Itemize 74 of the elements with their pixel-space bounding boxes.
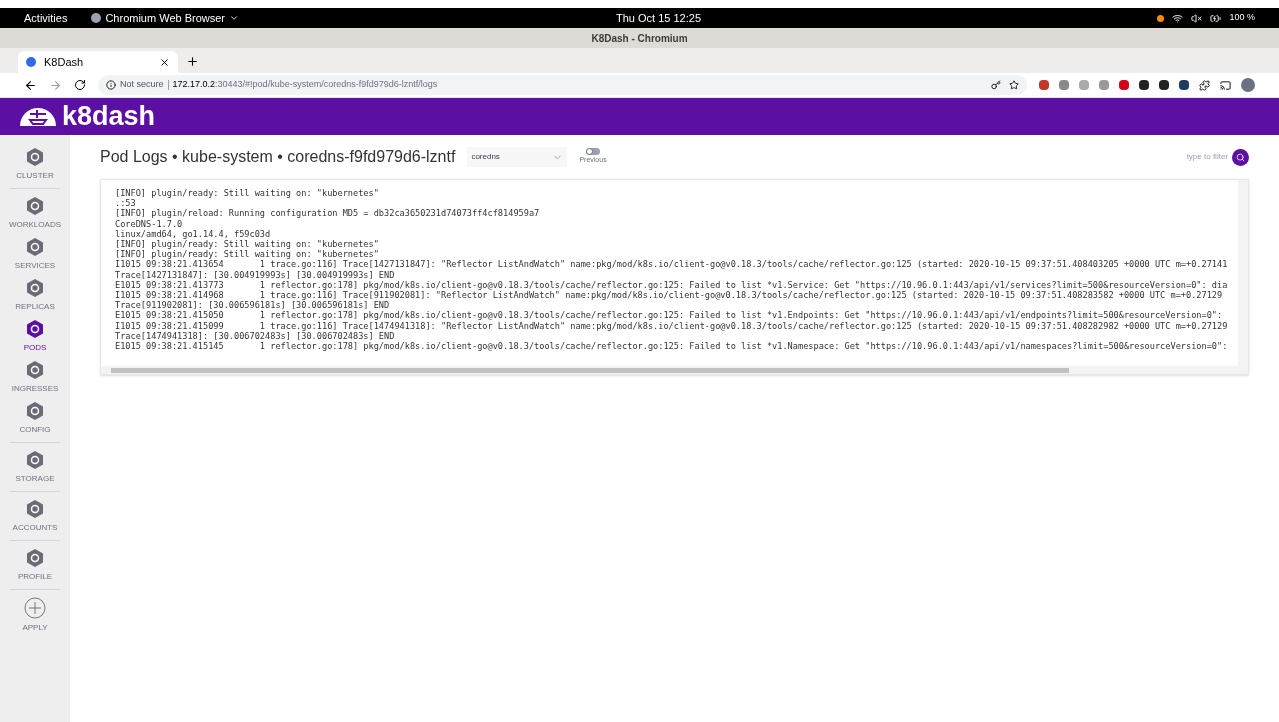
- sidebar-item[interactable]: INGRESSES: [11, 360, 59, 401]
- log-line: I1015 09:38:21.415099 1 trace.go:116] Trace[1474941318]: "Reflector ListAndWatch" name:pkg/mod/k8s.io/client-go@v0.18.3/tools/cache/reflector.go:125 (started: 2020-10-15 09:37:51.408282982 +0000 UTC m=+0.27129: [115, 320, 1228, 331]
- log-line: [INFO] plugin/ready: Still waiting on: "kubernetes": [115, 188, 379, 199]
- security-label: Not secure: [120, 78, 164, 92]
- hexagon-icon: [25, 499, 45, 519]
- sidebar-item[interactable]: PODS: [23, 319, 47, 360]
- log-line: CoreDNS-1.7.0: [115, 218, 183, 229]
- url-text: 172.17.0.2:30443/#!pod/kube-system/coredns-f9fd979d6-lzntf/logs: [172, 78, 438, 92]
- sidebar-item[interactable]: SERVICES: [14, 237, 56, 278]
- app-menu[interactable]: Chromium Web Browser: [91, 9, 239, 27]
- horizontal-scrollbar[interactable]: [101, 366, 1248, 374]
- hexagon-icon: [25, 548, 45, 568]
- log-line: [INFO] plugin/ready: Still waiting on: "kubernetes": [115, 249, 379, 260]
- log-line: Trace[1427131847]: [30.004919993s] [30.004919993s] END: [115, 269, 395, 280]
- sidebar-item[interactable]: STORAGE: [15, 450, 55, 491]
- search-icon: [1236, 152, 1245, 162]
- toggle-switch[interactable]: [586, 148, 600, 156]
- profile-avatar[interactable]: [1241, 78, 1255, 92]
- log-line: Trace[911902081]: [30.006596181s] [30.006596181s] END: [115, 300, 390, 311]
- app-logo[interactable]: k8dash: [62, 96, 156, 137]
- sidebar-item[interactable]: WORKLOADS: [9, 196, 61, 237]
- key-icon[interactable]: [991, 80, 1001, 90]
- log-line: Trace[1474941318]: [30.006702483s] [30.006702483s] END: [115, 330, 395, 342]
- sidebar-item[interactable]: APPLY: [22, 597, 48, 638]
- wifi-icon: [1172, 12, 1184, 24]
- log-line: [INFO] plugin/reload: Running configuration MD5 = db32ca3650231d74073ff4cf814959a7: [115, 208, 540, 219]
- filter-field[interactable]: type to filter: [1148, 151, 1228, 163]
- muted-speaker-icon: [1191, 12, 1203, 24]
- vertical-scrollbar[interactable]: [1238, 180, 1248, 366]
- battery-percent: 100 %: [1229, 11, 1255, 25]
- log-line: [INFO] plugin/ready: Still waiting on: "kubernetes": [115, 239, 379, 250]
- hexagon-icon: [25, 450, 45, 470]
- page-title: Pod Logs • kube-system • coredns-f9fd979d6-lzntf: [100, 147, 456, 167]
- info-icon: [106, 80, 116, 90]
- hexagon-icon: [25, 237, 45, 257]
- address-bar[interactable]: Not secure 172.17.0.2:30443/#!pod/kube-system/coredns-f9fd979d6-lzntf/logs: [98, 75, 1027, 95]
- star-icon[interactable]: [1009, 80, 1019, 90]
- globe-icon: [91, 13, 102, 23]
- hexagon-icon: [25, 401, 45, 421]
- sidebar-item[interactable]: CLUSTER: [16, 147, 54, 188]
- log-line: E1015 09:38:21.413773 1 reflector.go:178] pkg/mod/k8s.io/client-go@v0.18.3/tools/cache/reflector.go:125: Failed to list *v1.Service: Get "https://10.96.0.1:443/api/v1/services?limit=500&resourceVersion=0": dia: [115, 279, 1228, 291]
- browser-tab[interactable]: K8Dash: [18, 51, 178, 73]
- forward-icon[interactable]: [49, 78, 62, 92]
- plus-circle-icon: [24, 597, 46, 619]
- hexagon-icon: [25, 196, 45, 216]
- caret-icon: [229, 13, 239, 23]
- puzzle-icon[interactable]: [1199, 79, 1210, 91]
- window-title: K8Dash - Chromium: [591, 31, 688, 46]
- sidebar-item[interactable]: REPLICAS: [15, 278, 55, 319]
- log-line: I1015 09:38:21.413654 1 trace.go:116] Trace[1427131847]: "Reflector ListAndWatch" name:pkg/mod/k8s.io/client-go@v0.18.3/tools/cache/reflector.go:125 (started: 2020-10-15 09:37:51.408403205 +0000 UTC m=+0.27141: [115, 259, 1228, 270]
- log-line: linux/amd64, go1.14.4, f59c03d: [115, 228, 271, 239]
- hexagon-icon: [25, 360, 45, 380]
- search-button[interactable]: [1232, 148, 1249, 166]
- hexagon-icon: [25, 278, 45, 298]
- battery-icon: [1210, 12, 1222, 24]
- sidebar-item[interactable]: CONFIG: [19, 401, 51, 442]
- log-line: E1015 09:38:21.415050 1 reflector.go:178] pkg/mod/k8s.io/client-go@v0.18.3/tools/cache/reflector.go:125: Failed to list *v1.Endpoints: Get "https://10.96.0.1:443/api/v1/endpoints?limit=500&resourceVersion=0":: [115, 310, 1223, 321]
- log-line: E1015 09:38:21.415145 1 reflector.go:178] pkg/mod/k8s.io/client-go@v0.18.3/tools/cache/reflector.go:125: Failed to list *v1.Namespace: Get "https://10.96.0.1:443/api/v1/namespaces?limit=500&resourceVersion=0":: [115, 341, 1228, 352]
- sidebar-item[interactable]: ACCOUNTS: [12, 499, 58, 540]
- clock[interactable]: Thu Oct 15 12:25: [616, 9, 701, 27]
- cast-icon[interactable]: [1220, 79, 1231, 91]
- close-icon[interactable]: [159, 56, 170, 68]
- log-line: .:53: [115, 198, 136, 209]
- new-tab-icon[interactable]: [186, 55, 199, 68]
- back-icon[interactable]: [24, 78, 37, 92]
- ship-logo-icon: [20, 107, 56, 126]
- kubernetes-icon: [26, 57, 36, 67]
- sidebar-item[interactable]: PROFILE: [17, 548, 53, 589]
- activities-button[interactable]: Activities: [24, 9, 68, 27]
- log-line: I1015 09:38:21.414968 1 trace.go:116] Trace[911902081]: "Reflector ListAndWatch" name:pkg/mod/k8s.io/client-go@v0.18.3/tools/cache/reflector.go:125 (started: 2020-10-15 09:37:51.408283582 +0000 UTC m=+0.27129: [115, 290, 1223, 301]
- container-select[interactable]: coredns: [467, 147, 568, 167]
- reload-icon[interactable]: [74, 79, 86, 91]
- hexagon-icon: [25, 319, 45, 339]
- hexagon-icon: [25, 147, 45, 167]
